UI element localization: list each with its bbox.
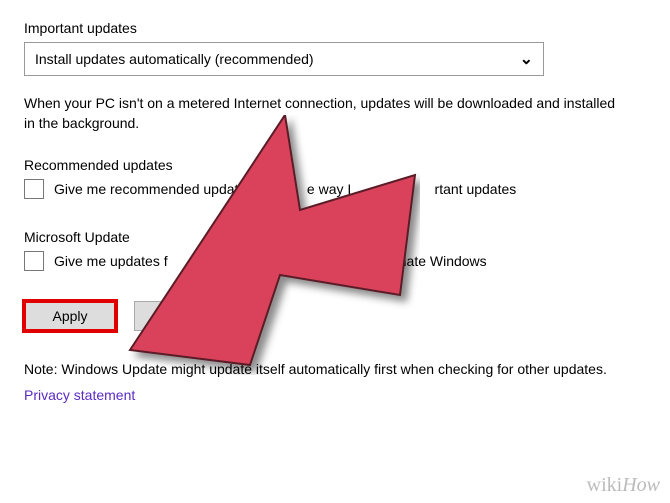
recommended-updates-checkbox[interactable]: [24, 179, 44, 199]
description-text: When your PC isn't on a metered Internet…: [24, 94, 624, 133]
important-updates-dropdown[interactable]: Install updates automatically (recommend…: [24, 42, 544, 76]
cancel-button[interactable]: Cancel: [134, 301, 226, 331]
wikihow-watermark: wikiHow: [587, 474, 660, 497]
chevron-down-icon: ⌄: [520, 49, 533, 69]
note-text: Note: Windows Update might update itself…: [24, 361, 646, 377]
microsoft-update-checkbox-label: Give me updates for other Microsoft prod…: [54, 253, 487, 269]
dropdown-value: Install updates automatically (recommend…: [35, 51, 314, 67]
privacy-statement-link[interactable]: Privacy statement: [24, 387, 646, 403]
microsoft-update-label: Microsoft Update: [24, 229, 646, 245]
important-updates-label: Important updates: [24, 20, 646, 36]
recommended-updates-checkbox-label: Give me recommended updates the same way…: [54, 181, 516, 197]
microsoft-update-checkbox[interactable]: [24, 251, 44, 271]
apply-button[interactable]: Apply: [24, 301, 116, 331]
recommended-updates-label: Recommended updates: [24, 157, 646, 173]
